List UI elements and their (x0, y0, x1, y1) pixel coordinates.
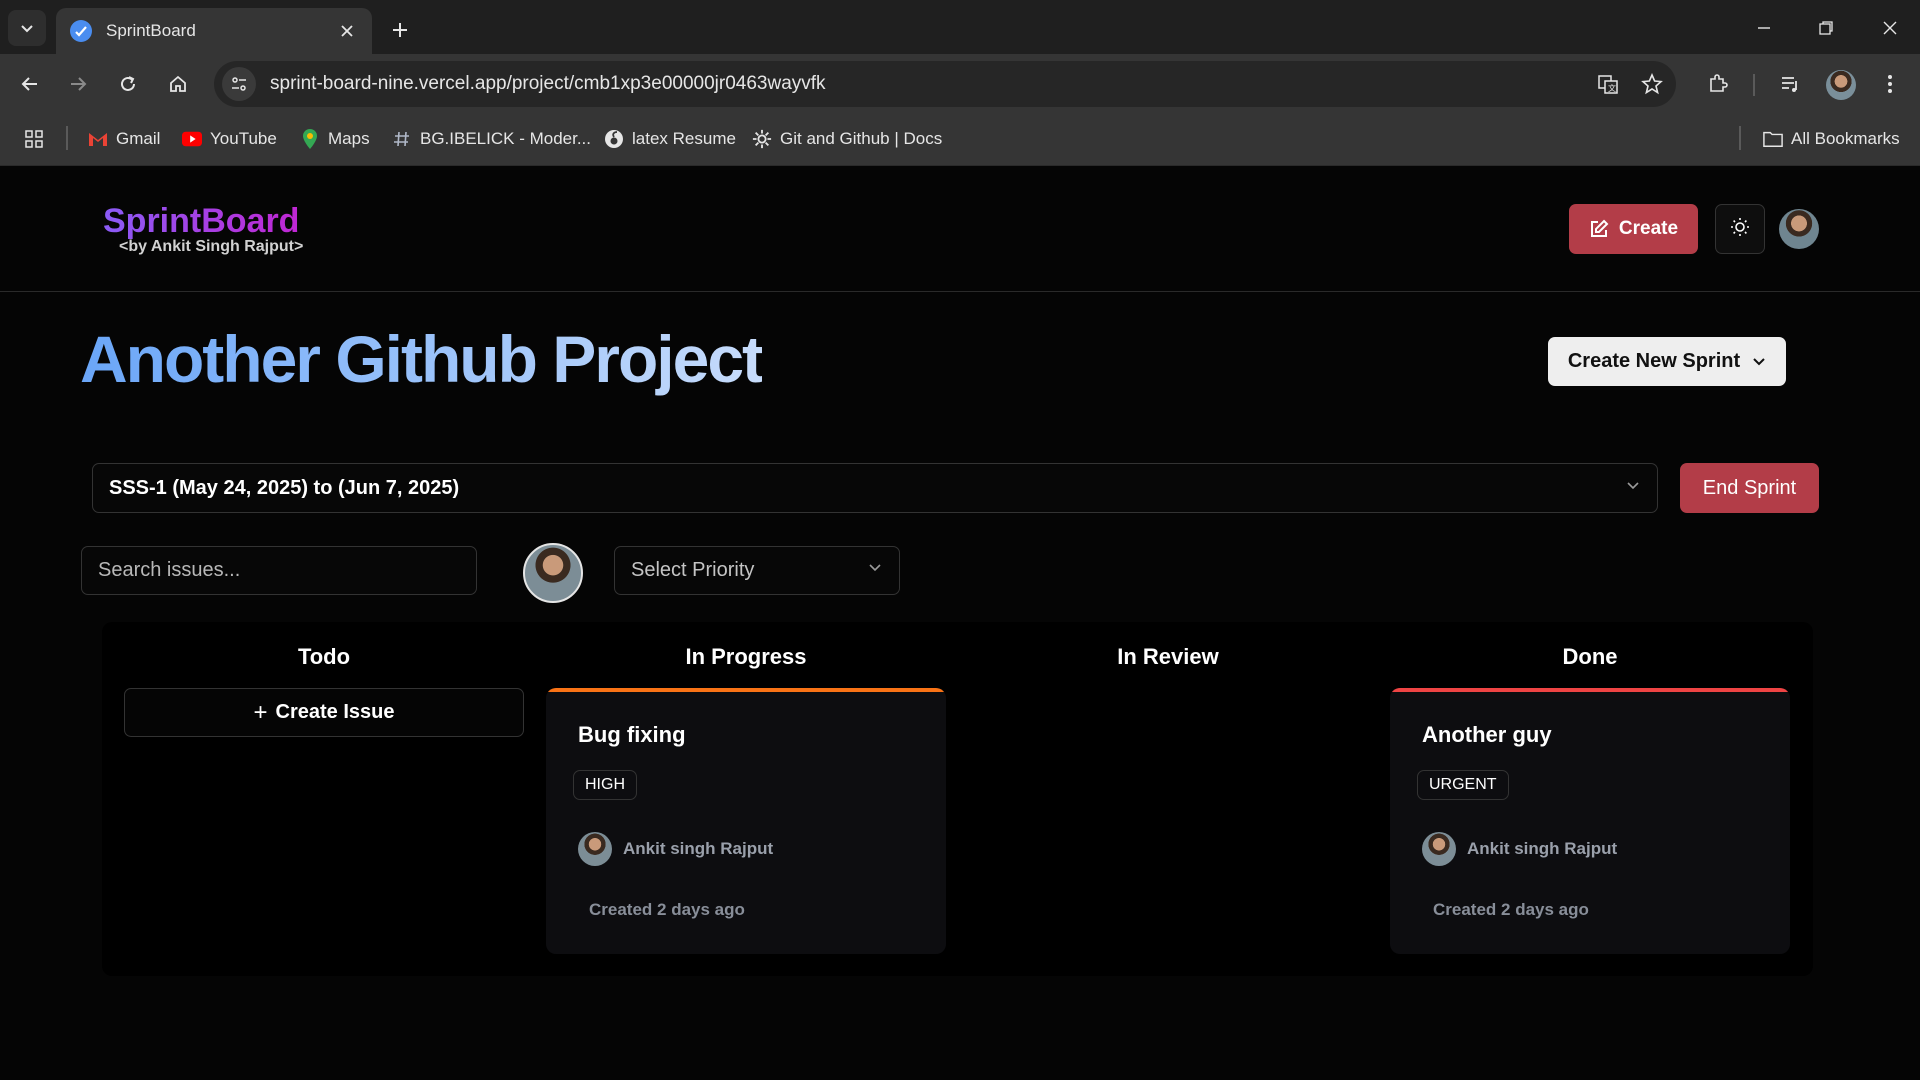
priority-placeholder: Select Priority (631, 559, 755, 581)
sun-icon (1730, 217, 1750, 242)
plus-icon: + (253, 698, 268, 726)
youtube-icon (182, 129, 202, 149)
reload-icon[interactable] (110, 66, 146, 102)
bookmarks-divider (1739, 126, 1741, 150)
svg-text:文: 文 (1608, 83, 1616, 93)
all-bookmarks-label: All Bookmarks (1791, 129, 1900, 148)
media-queue-icon[interactable] (1772, 66, 1808, 102)
create-sprint-label: Create New Sprint (1567, 350, 1741, 372)
assignee-avatar (578, 832, 612, 866)
assignee-avatar (1422, 832, 1456, 866)
sprintboard-favicon-icon (70, 20, 92, 42)
created-time: Created 2 days ago (1433, 900, 1589, 919)
assignee-name: Ankit singh Rajput (623, 839, 774, 858)
browser-toolbar: sprint-board-nine.vercel.app/project/cmb… (0, 54, 1920, 112)
maps-icon (300, 129, 320, 149)
project-title: Another Github Project (80, 322, 764, 396)
bookmark-label: BG.IBELICK - Moder... (420, 129, 592, 148)
gmail-icon (88, 129, 108, 149)
home-icon[interactable] (160, 66, 196, 102)
bookmark-star-icon[interactable] (1632, 64, 1672, 104)
issue-title: Another guy (1422, 722, 1552, 747)
all-bookmarks[interactable]: All Bookmarks (1763, 126, 1900, 152)
bookmark-youtube[interactable]: YouTube (182, 126, 277, 152)
bookmark-label: Git and Github | Docs (780, 129, 943, 148)
theme-toggle-button[interactable] (1715, 204, 1765, 254)
bookmarks-divider (66, 126, 68, 150)
app-logo-subtitle: <by Ankit Singh Rajput> (119, 238, 304, 255)
priority-accent-bar (546, 688, 946, 692)
issue-card[interactable]: Bug fixing HIGH Ankit singh Rajput Creat… (546, 688, 946, 954)
column-title-done: Done (1562, 644, 1618, 669)
issue-card[interactable]: Another guy URGENT Ankit singh Rajput Cr… (1390, 688, 1790, 954)
create-issue-label: Create Issue (275, 701, 395, 723)
priority-selector[interactable]: Select Priority (614, 546, 900, 595)
close-window-icon[interactable] (1862, 8, 1918, 48)
bookmark-label: YouTube (210, 129, 277, 148)
chevron-down-icon (1625, 478, 1641, 499)
priority-badge: URGENT (1417, 770, 1509, 800)
sprint-selected-label: SSS-1 (May 24, 2025) to (Jun 7, 2025) (109, 476, 460, 499)
bookmark-label: Gmail (116, 129, 161, 148)
site-info-icon[interactable] (222, 67, 256, 101)
bookmark-label: latex Resume (632, 129, 736, 148)
bookmark-label: Maps (328, 129, 370, 148)
kanban-board: Todo In Progress In Review Done + Create… (102, 622, 1813, 976)
toolbar-divider (1753, 74, 1755, 96)
create-issue-button[interactable]: + Create Issue (124, 688, 524, 737)
app-logo[interactable]: SprintBoard (103, 202, 299, 241)
browser-profile-avatar[interactable] (1826, 70, 1856, 100)
column-title-todo: Todo (297, 644, 351, 669)
priority-badge: HIGH (573, 770, 637, 800)
bookmarks-bar: Gmail YouTube Maps BG.IBELICK - Moder...… (0, 112, 1920, 166)
issue-title: Bug fixing (578, 722, 686, 747)
sprint-selector[interactable]: SSS-1 (May 24, 2025) to (Jun 7, 2025) (92, 463, 1658, 513)
minimize-icon[interactable] (1736, 8, 1792, 48)
chevron-down-icon (867, 560, 883, 581)
tab-close-icon[interactable] (336, 20, 358, 42)
url-text: sprint-board-nine.vercel.app/project/cmb… (270, 73, 826, 94)
back-arrow-icon[interactable] (12, 66, 48, 102)
browser-tab[interactable]: SprintBoard (56, 8, 372, 54)
app-header: SprintBoard <by Ankit Singh Rajput> Crea… (0, 166, 1920, 292)
folder-icon (1763, 129, 1783, 149)
gear-icon (752, 129, 772, 149)
assignee-filter-avatar[interactable] (523, 543, 583, 603)
sprintboard-app: SprintBoard <by Ankit Singh Rajput> Crea… (0, 166, 1920, 1080)
apps-grid-icon[interactable] (24, 126, 44, 152)
end-sprint-button[interactable]: End Sprint (1680, 463, 1819, 513)
hash-icon (392, 129, 412, 149)
bookmark-gmail[interactable]: Gmail (88, 126, 160, 152)
create-project-button[interactable]: Create (1569, 204, 1698, 254)
address-bar[interactable]: sprint-board-nine.vercel.app/project/cmb… (214, 61, 1676, 107)
bookmark-latex-resume[interactable]: latex Resume (604, 126, 736, 152)
create-new-sprint-button[interactable]: Create New Sprint (1548, 337, 1786, 386)
user-avatar[interactable] (1779, 209, 1819, 249)
edit-pen-icon (1589, 219, 1609, 239)
tab-title: SprintBoard (106, 21, 196, 40)
new-tab-plus-icon[interactable] (384, 14, 416, 46)
browser-menu-icon[interactable] (1872, 66, 1908, 102)
column-title-in-review: In Review (1117, 644, 1219, 669)
overleaf-icon (604, 129, 624, 149)
column-title-in-progress: In Progress (685, 644, 807, 669)
create-label: Create (1618, 218, 1679, 239)
forward-arrow-icon[interactable] (60, 66, 96, 102)
browser-tabstrip: SprintBoard (0, 0, 1920, 54)
tab-search-chevron-icon[interactable] (8, 10, 46, 46)
priority-accent-bar (1390, 688, 1790, 692)
translate-icon[interactable]: 文 (1588, 64, 1628, 104)
search-input[interactable] (98, 559, 460, 582)
bookmark-git-github-docs[interactable]: Git and Github | Docs (752, 126, 942, 152)
bookmark-maps[interactable]: Maps (300, 126, 370, 152)
bookmark-bg-ibelick[interactable]: BG.IBELICK - Moder... (392, 126, 591, 152)
chevron-down-icon (1752, 355, 1766, 369)
search-issues-field[interactable] (81, 546, 477, 595)
restore-icon[interactable] (1798, 8, 1854, 48)
created-time: Created 2 days ago (589, 900, 745, 919)
extensions-puzzle-icon[interactable] (1700, 66, 1736, 102)
assignee-name: Ankit singh Rajput (1467, 839, 1618, 858)
